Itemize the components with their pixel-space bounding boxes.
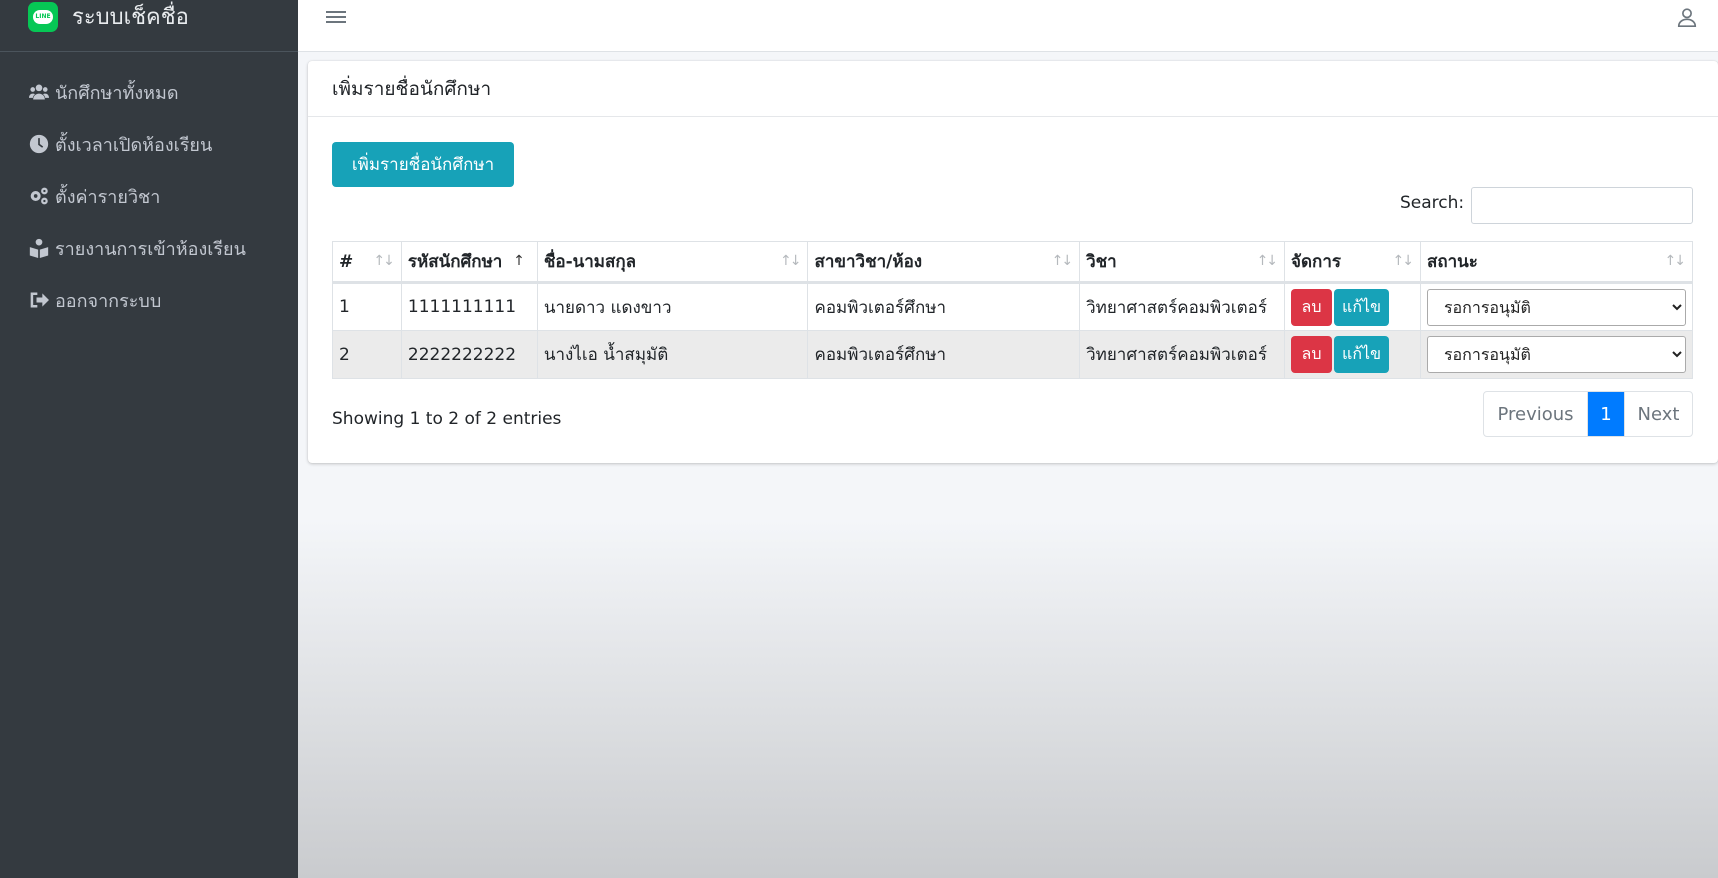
- users-icon: [27, 82, 51, 102]
- table-row: 2 2222222222 นาง่ไเอ น้ำสมุมัติ คอมพิวเต…: [332, 330, 1694, 379]
- cell-major: คอมพิวเตอร์ศึกษา: [807, 282, 1081, 331]
- pagination: Previous 1 Next: [1483, 391, 1693, 437]
- sort-asc-icon: ↑: [513, 253, 525, 269]
- sort-icon: ↑↓: [1051, 253, 1074, 269]
- cell-number: 2: [332, 330, 402, 379]
- gears-icon: [27, 186, 51, 206]
- sidebar-item-schedule[interactable]: ตั้งเวลาเปิดห้องเรียน: [0, 118, 298, 170]
- cell-manage: ลบ แก้ไข: [1284, 330, 1421, 379]
- cell-student-id: 1111111111: [400, 282, 538, 331]
- header-label: รหัสนักศึกษา: [407, 252, 503, 272]
- table-info: Showing 1 to 2 of 2 entries: [332, 409, 562, 429]
- sort-icon: ↑↓: [1392, 253, 1414, 269]
- cell-name: นาง่ไเอ น้ำสมุมัติ: [536, 330, 809, 379]
- sort-icon: ↑↓: [1664, 253, 1687, 269]
- user-icon[interactable]: [1676, 6, 1698, 28]
- col-header-name[interactable]: ชื่อ-นามสกุล ↑↓: [536, 241, 809, 284]
- cell-major: คอมพิวเตอร์ศึกษา: [807, 330, 1081, 379]
- sort-icon: ↑↓: [779, 253, 802, 269]
- book-reader-icon: [27, 238, 51, 258]
- cell-student-id: 2222222222: [400, 330, 538, 379]
- col-header-major[interactable]: สาขาวิชา/ห้อง ↑↓: [807, 241, 1081, 284]
- next-page-button[interactable]: Next: [1624, 392, 1692, 436]
- sidebar: LINE ระบบเช็คชื่อ นักศึกษาทั้งหมด ตั้งเว…: [0, 0, 298, 878]
- table-row: 1 1111111111 นายดาว แดงขาว คอมพิวเตอร์ศึ…: [332, 282, 1694, 331]
- header-label: วิชา: [1086, 252, 1117, 272]
- cell-subject: วิทยาศาสตร์คอมพิวเตอร์: [1079, 330, 1286, 379]
- header-label: จัดการ: [1291, 252, 1342, 272]
- col-header-manage[interactable]: จัดการ ↑↓: [1284, 241, 1421, 284]
- header-label: สาขาวิชา/ห้อง: [814, 252, 923, 272]
- cell-subject: วิทยาศาสตร์คอมพิวเตอร์: [1079, 282, 1286, 331]
- logo-text: LINE: [33, 9, 53, 24]
- delete-button[interactable]: ลบ: [1291, 336, 1333, 373]
- search-label: Search:: [1400, 193, 1465, 213]
- col-header-subject[interactable]: วิชา ↑↓: [1079, 241, 1286, 284]
- edit-button[interactable]: แก้ไข: [1334, 336, 1390, 373]
- menu-toggle-icon[interactable]: [326, 8, 346, 28]
- add-student-button[interactable]: เพิ่มรายชื่อนักศึกษา: [332, 142, 514, 187]
- cell-number: 1: [332, 282, 402, 331]
- previous-page-button[interactable]: Previous: [1484, 392, 1588, 436]
- status-select[interactable]: รอการอนุมัติ: [1426, 288, 1686, 326]
- cell-name: นายดาว แดงขาว: [536, 282, 809, 331]
- col-header-status[interactable]: สถานะ ↑↓: [1419, 241, 1694, 284]
- col-header-number[interactable]: # ↑↓: [332, 241, 402, 284]
- clock-icon: [27, 134, 51, 154]
- cell-manage: ลบ แก้ไข: [1284, 282, 1421, 331]
- sidebar-item-label: ออกจากระบบ: [55, 290, 162, 312]
- brand[interactable]: LINE ระบบเช็คชื่อ: [0, 0, 298, 52]
- sidebar-item-attendance-report[interactable]: รายงานการเข้าห้องเรียน: [0, 222, 298, 274]
- sort-icon: ↑↓: [1256, 253, 1279, 269]
- students-table: # ↑↓ รหัสนักศึกษา ↑ ชื่อ-นามสกุล ↑↓ สาขาวิช…: [332, 241, 1694, 379]
- delete-button[interactable]: ลบ: [1291, 288, 1333, 326]
- cell-status: รอการอนุมัติ: [1419, 282, 1694, 331]
- brand-title: ระบบเช็คชื่อ: [72, 5, 189, 30]
- sidebar-item-label: รายงานการเข้าห้องเรียน: [55, 238, 246, 260]
- sign-out-icon: [27, 290, 51, 310]
- top-navbar: [298, 0, 1718, 52]
- sidebar-nav: นักศึกษาทั้งหมด ตั้งเวลาเปิดห้องเรียน ตั…: [0, 66, 298, 326]
- sidebar-item-all-students[interactable]: นักศึกษาทั้งหมด: [0, 66, 298, 118]
- header-label: สถานะ: [1426, 252, 1478, 272]
- table-header-row: # ↑↓ รหัสนักศึกษา ↑ ชื่อ-นามสกุล ↑↓ สาขาวิช…: [332, 241, 1694, 284]
- sidebar-item-subject-settings[interactable]: ตั้งค่ารายวิชา: [0, 170, 298, 222]
- cell-status: รอการอนุมัติ: [1419, 330, 1694, 379]
- student-card: เพิ่มรายชื่อนักศึกษา เพิ่มรายชื่อนักศึกษ…: [308, 61, 1718, 463]
- sidebar-item-label: ตั้งค่ารายวิชา: [55, 186, 161, 208]
- sidebar-item-label: ตั้งเวลาเปิดห้องเรียน: [55, 134, 213, 156]
- sidebar-item-logout[interactable]: ออกจากระบบ: [0, 274, 298, 326]
- line-logo-icon: LINE: [28, 1, 58, 32]
- status-select[interactable]: รอการอนุมัติ: [1426, 336, 1686, 373]
- sidebar-item-label: นักศึกษาทั้งหมด: [55, 82, 179, 104]
- card-title: เพิ่มรายชื่อนักศึกษา: [308, 61, 1718, 117]
- sort-icon: ↑↓: [373, 253, 395, 269]
- page-1-button[interactable]: 1: [1588, 392, 1624, 436]
- header-label: ชื่อ-นามสกุล: [543, 252, 637, 272]
- col-header-student-id[interactable]: รหัสนักศึกษา ↑: [400, 241, 538, 284]
- header-label: #: [339, 251, 354, 272]
- search-input[interactable]: [1471, 187, 1693, 224]
- edit-button[interactable]: แก้ไข: [1334, 288, 1390, 326]
